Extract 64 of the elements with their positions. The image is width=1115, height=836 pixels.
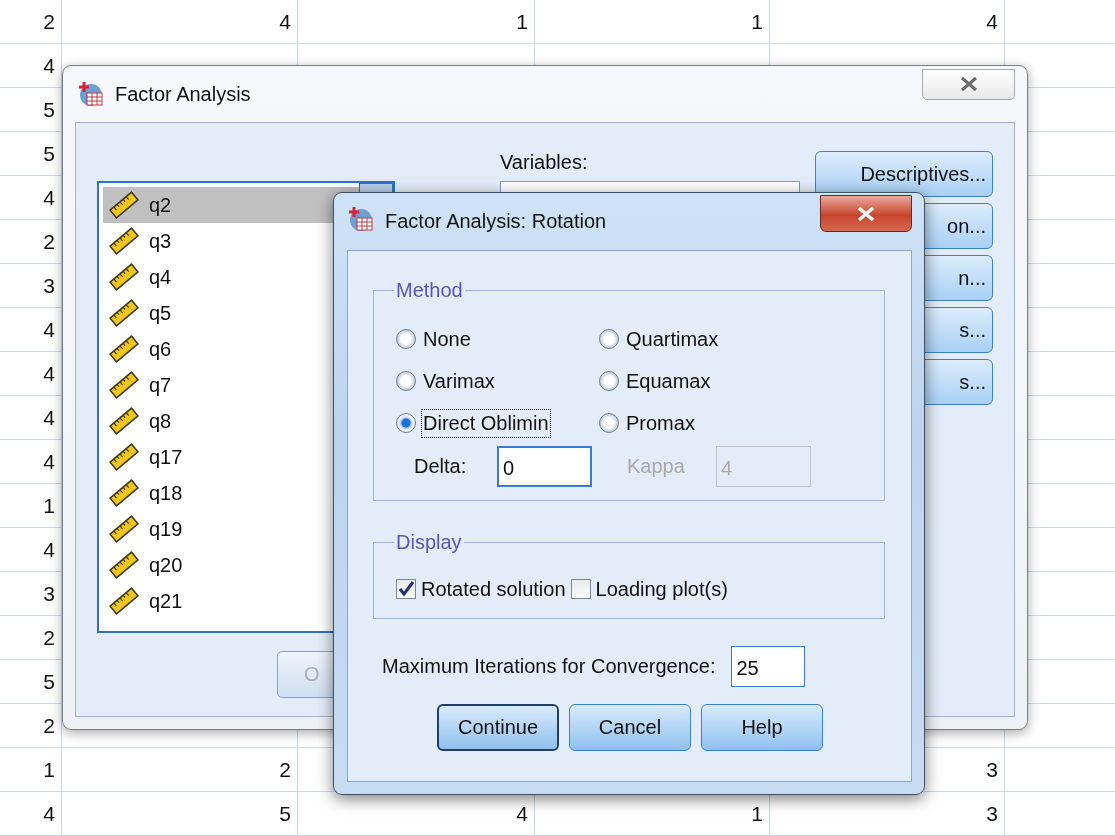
sheet-cell: 4 [43, 538, 55, 562]
sheet-cell: 2 [279, 758, 291, 782]
radio-label[interactable]: None [422, 325, 472, 353]
field-label: Delta: [414, 454, 468, 478]
side-button[interactable]: Descriptives... [815, 151, 993, 197]
dialog-button[interactable]: Continue [437, 704, 559, 751]
sheet-cell: 4 [43, 54, 55, 78]
radio-button[interactable] [599, 329, 619, 349]
close-icon [958, 76, 979, 92]
checkbox-label[interactable]: Rotated solution [420, 575, 567, 603]
dialog-button[interactable]: Cancel [569, 704, 691, 751]
radio-label[interactable]: Quartimax [625, 325, 720, 353]
sheet-cell: 4 [43, 186, 55, 210]
radio-label[interactable]: Equamax [625, 367, 712, 395]
sheet-cell: 3 [986, 802, 998, 826]
radio-button[interactable] [396, 413, 416, 433]
field-label: Maximum Iterations for Convergence: [382, 655, 716, 678]
app-icon [347, 206, 375, 232]
sheet-cell: 4 [279, 10, 291, 34]
sheet-cell: 4 [43, 406, 55, 430]
sheet-cell: 4 [43, 362, 55, 386]
field-label: Kappa [627, 454, 686, 478]
sheet-cell: 2 [43, 626, 55, 650]
sheet-cell: 5 [43, 670, 55, 694]
sheet-cell: 3 [43, 582, 55, 606]
radio-label[interactable]: Direct Oblimin [422, 409, 550, 437]
sheet-cell: 2 [43, 230, 55, 254]
sheet-cell: 4 [43, 450, 55, 474]
sheet-cell: 5 [279, 802, 291, 826]
sheet-cell: 1 [751, 10, 763, 34]
checkbox[interactable] [570, 579, 591, 599]
sheet-cell: 1 [751, 802, 763, 826]
close-button[interactable] [820, 195, 912, 232]
radio-button[interactable] [396, 371, 416, 391]
dialog-button[interactable]: Help [701, 704, 823, 751]
radio-button[interactable] [396, 329, 416, 349]
input-field[interactable]: 0 [497, 445, 592, 487]
variables-label: Variables: [500, 151, 589, 175]
sheet-cell: 4 [516, 802, 528, 826]
sheet-cell: 3 [43, 274, 55, 298]
sheet-cell: 1 [43, 494, 55, 518]
sheet-cell: 4 [43, 802, 55, 826]
sheet-cell: 4 [43, 318, 55, 342]
input-field[interactable]: 25 [731, 646, 806, 687]
sheet-cell: 1 [516, 10, 528, 34]
close-icon [856, 205, 876, 222]
window-title: Factor Analysis [115, 82, 252, 106]
group-title: Method [395, 279, 464, 302]
sheet-cell: 5 [43, 98, 55, 122]
sheet-cell: 2 [43, 714, 55, 738]
sheet-cell: 5 [43, 142, 55, 166]
radio-button[interactable] [599, 413, 619, 433]
sheet-cell: 3 [986, 758, 998, 782]
checkbox-label[interactable]: Loading plot(s) [594, 575, 729, 603]
radio-label[interactable]: Promax [625, 409, 696, 437]
sheet-cell: 4 [986, 10, 998, 34]
sheet-cell: 1 [43, 758, 55, 782]
app-icon [77, 81, 105, 107]
radio-button[interactable] [599, 371, 619, 391]
close-button[interactable] [922, 68, 1015, 100]
group-title: Display [395, 531, 463, 554]
sheet-cell: 2 [43, 10, 55, 34]
radio-label[interactable]: Varimax [422, 367, 496, 395]
checkbox[interactable] [396, 579, 416, 599]
